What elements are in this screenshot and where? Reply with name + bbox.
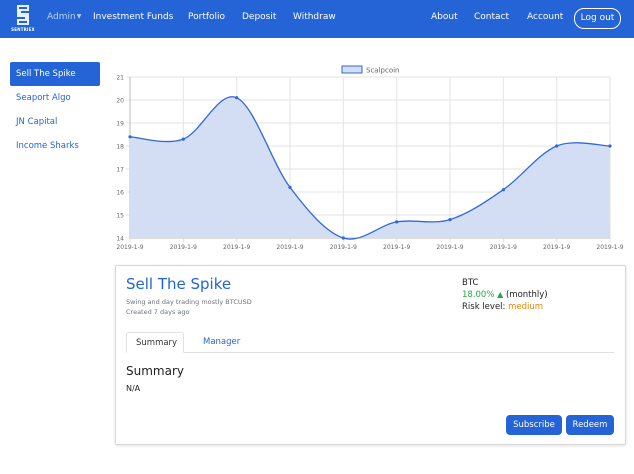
fund-tabs: Summary Manager (126, 332, 614, 353)
arrow-up-icon: ▲ (497, 290, 504, 299)
y-tick-label: 21 (116, 75, 124, 82)
nav-account[interactable]: Account (527, 12, 563, 22)
nav-investment-funds[interactable]: Investment Funds (93, 12, 173, 22)
y-tick-label: 19 (116, 121, 124, 128)
brand-logo[interactable]: SENTRIEX (8, 5, 38, 35)
legend-swatch (341, 65, 363, 74)
logo-wordmark: SENTRIEX (11, 27, 35, 32)
data-point (341, 236, 345, 240)
data-point (395, 220, 399, 224)
logout-button[interactable]: Log out (574, 8, 621, 29)
tab-manager[interactable]: Manager (194, 332, 249, 353)
y-tick-label: 16 (116, 190, 124, 197)
logo-icon (17, 5, 29, 25)
summary-heading: Summary (126, 364, 184, 378)
y-tick-label: 20 (116, 98, 124, 105)
fund-risk: Risk level: medium (462, 301, 548, 313)
return-percent: 18.00% (462, 290, 495, 300)
x-tick-label: 2019-1-9 (276, 244, 303, 251)
caret-down-icon: ▼ (76, 13, 82, 20)
data-point (555, 144, 559, 148)
nav-admin-dropdown[interactable]: Admin▼ (47, 12, 81, 22)
x-tick-label: 2019-1-9 (436, 244, 463, 251)
chart-legend: Scalpcoin (341, 65, 399, 75)
fund-description: Swing and day trading mostly BTCUSD (126, 298, 252, 306)
y-tick-label: 15 (116, 213, 124, 220)
data-point (181, 137, 185, 141)
x-tick-label: 2019-1-9 (170, 244, 197, 251)
redeem-button[interactable]: Redeem (566, 415, 614, 435)
nav-contact[interactable]: Contact (474, 12, 509, 22)
x-tick-label: 2019-1-9 (490, 244, 517, 251)
y-tick-label: 14 (116, 236, 124, 243)
fund-title: Sell The Spike (126, 275, 232, 293)
nav-admin-label: Admin (47, 12, 76, 22)
x-tick-label: 2019-1-9 (330, 244, 357, 251)
data-point (608, 144, 612, 148)
subscribe-button[interactable]: Subscribe (506, 415, 562, 435)
return-period: (monthly) (505, 290, 548, 300)
risk-value: medium (508, 302, 544, 312)
data-point (448, 218, 452, 222)
risk-label: Risk level: (462, 302, 506, 312)
x-tick-label: 2019-1-9 (383, 244, 410, 251)
nav-deposit[interactable]: Deposit (242, 12, 276, 22)
data-point (235, 96, 239, 100)
sidebar-item-jn-capital[interactable]: JN Capital (10, 110, 100, 134)
data-point (501, 188, 505, 192)
fund-details-card: Sell The Spike Swing and day trading mos… (115, 265, 626, 445)
fund-asset: BTC (462, 278, 479, 288)
summary-body: N/A (126, 384, 141, 393)
sidebar-item-sell-the-spike[interactable]: Sell The Spike (10, 62, 100, 86)
tab-summary[interactable]: Summary (126, 332, 184, 353)
nav-about[interactable]: About (431, 12, 458, 22)
x-tick-label: 2019-1-9 (223, 244, 250, 251)
legend-label: Scalpcoin (366, 67, 399, 75)
fund-return: 18.00% ▲ (monthly) (462, 289, 548, 301)
fund-sidebar: Sell The Spike Seaport Algo JN Capital I… (10, 62, 100, 158)
performance-chart: Scalpcoin 14 15 16 17 18 19 20 21 2019-1-9 2019-… (116, 65, 624, 251)
nav-portfolio[interactable]: Portfolio (188, 12, 225, 22)
x-tick-label: 2019-1-9 (596, 244, 623, 251)
x-tick-label: 2019-1-9 (116, 244, 143, 251)
data-point (288, 185, 292, 189)
y-tick-label: 18 (116, 144, 124, 151)
fund-created: Created 7 days ago (126, 308, 190, 316)
data-point (128, 135, 132, 139)
top-navbar: SENTRIEX Admin▼ Investment Funds Portfol… (0, 0, 634, 38)
series-area (130, 96, 610, 240)
x-tick-label: 2019-1-9 (543, 244, 570, 251)
y-tick-label: 17 (116, 167, 124, 174)
nav-withdraw[interactable]: Withdraw (293, 12, 336, 22)
sidebar-item-income-sharks[interactable]: Income Sharks (10, 134, 100, 158)
sidebar-item-seaport-algo[interactable]: Seaport Algo (10, 86, 100, 110)
fund-stats: BTC 18.00% ▲ (monthly) Risk level: mediu… (462, 277, 548, 313)
